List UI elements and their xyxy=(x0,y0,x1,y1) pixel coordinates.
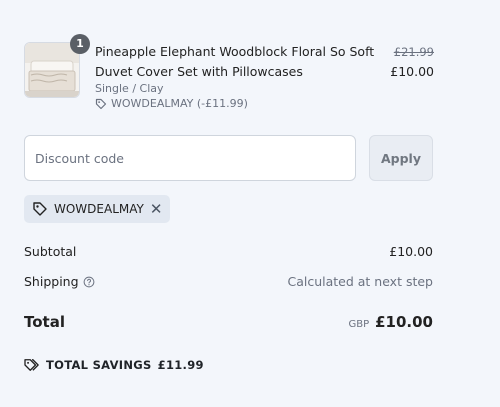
close-icon[interactable]: ✕ xyxy=(150,201,163,217)
line-discount-text: WOWDEALMAY (-£11.99) xyxy=(111,97,248,110)
compare-at-price: £21.99 xyxy=(393,45,434,59)
applied-discount-tag: WOWDEALMAY ✕ xyxy=(24,195,171,223)
price-column: £21.99 £10.00 xyxy=(390,42,434,82)
shipping-label: Shipping xyxy=(24,274,79,289)
total-savings: TOTAL SAVINGS £11.99 xyxy=(24,358,204,372)
applied-discount-code: WOWDEALMAY xyxy=(54,202,144,216)
total-currency: GBP xyxy=(348,319,370,330)
line-discount: WOWDEALMAY (-£11.99) xyxy=(95,97,248,110)
total-savings-value: £11.99 xyxy=(157,358,204,372)
line-item: 1 Pineapple Elephant Woodblock Floral So… xyxy=(24,34,434,112)
shipping-label-group: Shipping xyxy=(24,274,95,289)
subtotal-value: £10.00 xyxy=(389,244,433,259)
order-summary: 1 Pineapple Elephant Woodblock Floral So… xyxy=(0,0,500,407)
tag-icon xyxy=(95,98,107,109)
tag-icon xyxy=(33,202,47,216)
tags-icon xyxy=(24,359,39,371)
product-title: Pineapple Elephant Woodblock Floral So S… xyxy=(95,44,375,79)
total-row: Total GBP £10.00 xyxy=(24,313,433,331)
quantity-badge: 1 xyxy=(70,34,90,54)
product-image xyxy=(25,43,79,97)
shipping-value: Calculated at next step xyxy=(287,274,433,289)
total-savings-label: TOTAL SAVINGS xyxy=(46,358,152,372)
total-group: GBP £10.00 xyxy=(348,313,433,331)
subtotal-row: Subtotal £10.00 xyxy=(24,244,433,259)
product-price: £10.00 xyxy=(390,64,434,79)
subtotal-label: Subtotal xyxy=(24,244,77,259)
shipping-row: Shipping Calculated at next step xyxy=(24,274,433,289)
total-label: Total xyxy=(24,313,65,331)
total-value: £10.00 xyxy=(375,313,433,331)
discount-code-input[interactable] xyxy=(24,135,356,181)
question-circle-icon[interactable] xyxy=(83,276,95,288)
product-variant: Single / Clay xyxy=(95,82,164,95)
apply-button[interactable]: Apply xyxy=(369,135,433,181)
